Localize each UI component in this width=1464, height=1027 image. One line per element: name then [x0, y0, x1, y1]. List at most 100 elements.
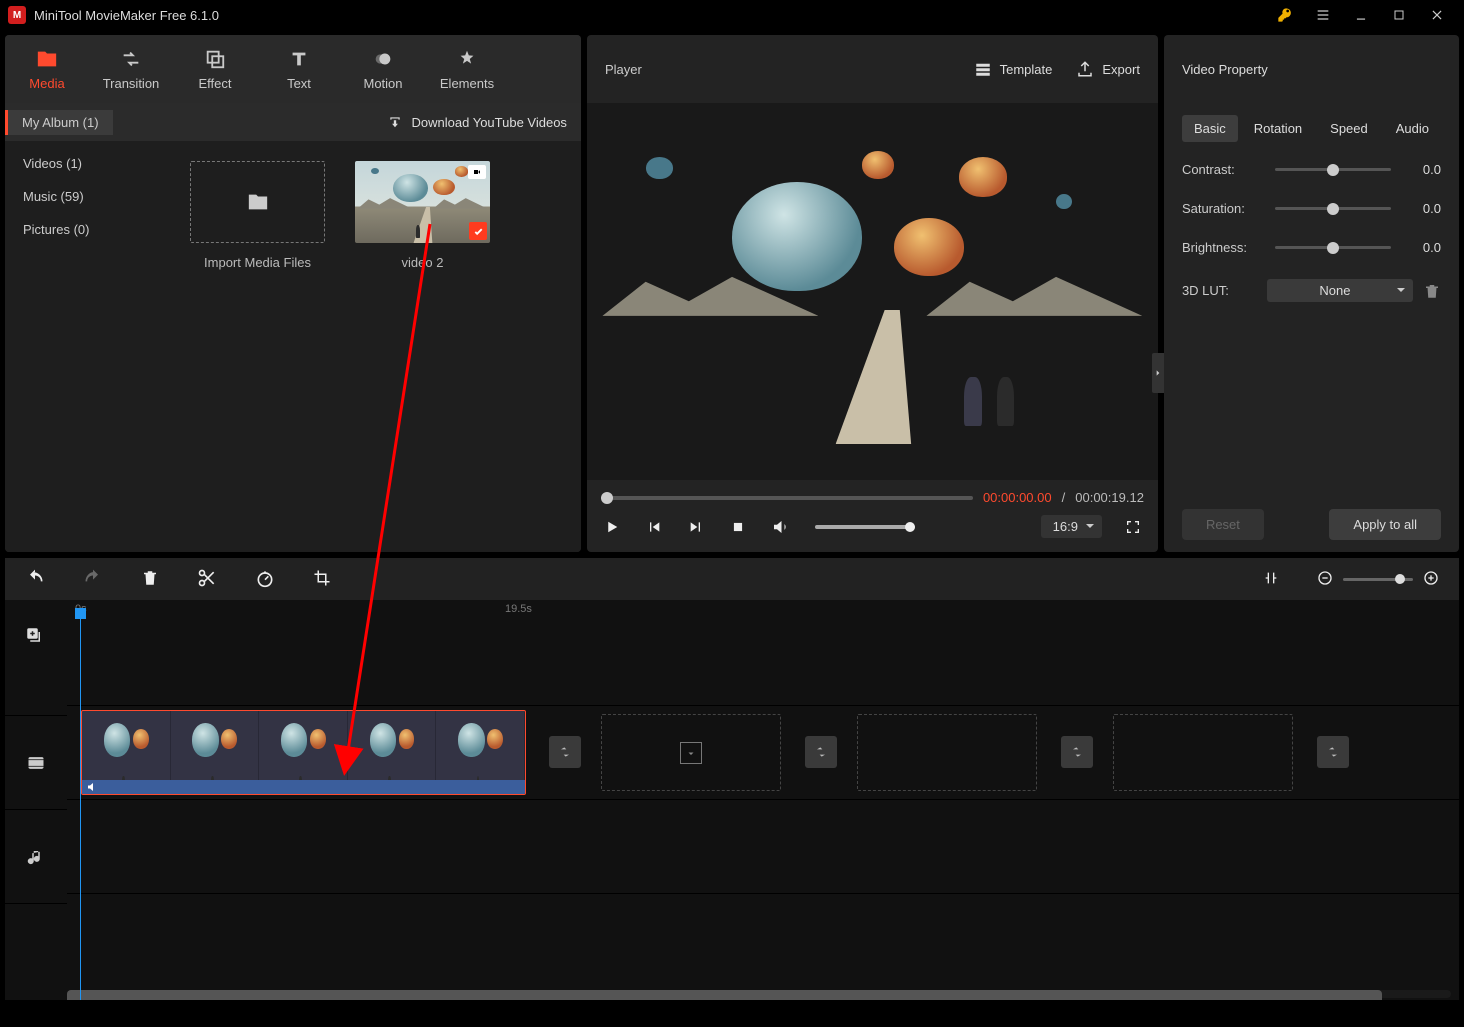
- tab-transition[interactable]: Transition: [89, 39, 173, 99]
- transition-slot-button[interactable]: [549, 736, 581, 768]
- menu-button[interactable]: [1304, 0, 1342, 30]
- lut-value: None: [1319, 283, 1350, 298]
- lut-delete-icon[interactable]: [1423, 282, 1441, 300]
- fullscreen-button[interactable]: [1122, 516, 1144, 538]
- time-separator: /: [1062, 490, 1066, 505]
- folder-icon: [245, 191, 271, 213]
- album-header: My Album (1) Download YouTube Videos: [5, 103, 581, 141]
- redo-button[interactable]: [83, 568, 103, 591]
- expand-panel-button[interactable]: [1152, 353, 1164, 393]
- zoom-slider[interactable]: [1343, 578, 1413, 581]
- volume-slider[interactable]: [815, 525, 915, 529]
- brightness-label: Brightness:: [1182, 240, 1257, 255]
- apply-all-button[interactable]: Apply to all: [1329, 509, 1441, 540]
- close-button[interactable]: [1418, 0, 1456, 30]
- media-grid: Import Media Files: [175, 141, 581, 552]
- prop-tab-speed[interactable]: Speed: [1318, 115, 1380, 142]
- sidebar-item-music[interactable]: Music (59): [5, 180, 175, 213]
- brightness-slider[interactable]: [1275, 246, 1391, 249]
- track-head-video[interactable]: [5, 716, 67, 810]
- undo-button[interactable]: [25, 568, 45, 591]
- reset-button[interactable]: Reset: [1182, 509, 1264, 540]
- import-dropzone[interactable]: [190, 161, 325, 243]
- add-track-button[interactable]: [25, 626, 43, 647]
- transition-slot-button[interactable]: [1317, 736, 1349, 768]
- volume-button[interactable]: [769, 516, 791, 538]
- tab-motion[interactable]: Motion: [341, 39, 425, 99]
- saturation-slider[interactable]: [1275, 207, 1391, 210]
- progress-slider[interactable]: [601, 496, 973, 500]
- prev-frame-button[interactable]: [643, 516, 665, 538]
- time-total: 00:00:19.12: [1075, 490, 1144, 505]
- next-frame-button[interactable]: [685, 516, 707, 538]
- clip-audio-icon: [86, 781, 98, 793]
- tab-elements[interactable]: Elements: [425, 39, 509, 99]
- sidebar-item-videos[interactable]: Videos (1): [5, 147, 175, 180]
- timeline-clip[interactable]: [81, 710, 526, 795]
- delete-button[interactable]: [141, 569, 159, 590]
- playhead[interactable]: [80, 610, 81, 1000]
- zoom-out-button[interactable]: [1317, 570, 1333, 589]
- timeline-ruler[interactable]: 0s 19.5s: [5, 600, 1459, 622]
- saturation-value: 0.0: [1409, 201, 1441, 216]
- import-media-card[interactable]: Import Media Files: [185, 161, 330, 270]
- template-button[interactable]: Template: [974, 60, 1053, 78]
- prop-tab-basic[interactable]: Basic: [1182, 115, 1238, 142]
- tab-text[interactable]: Text: [257, 39, 341, 99]
- crop-button[interactable]: [313, 569, 331, 590]
- main-nav-tabs: Media Transition Effect Text Motion Elem…: [5, 35, 581, 103]
- tab-text-label: Text: [287, 76, 311, 91]
- clip-thumbnail[interactable]: [355, 161, 490, 243]
- brightness-value: 0.0: [1409, 240, 1441, 255]
- export-button[interactable]: Export: [1076, 60, 1140, 78]
- audio-track-icon: [27, 848, 45, 866]
- license-key-button[interactable]: [1266, 0, 1304, 30]
- export-icon: [1076, 60, 1094, 78]
- tab-effect[interactable]: Effect: [173, 39, 257, 99]
- split-button[interactable]: [197, 568, 217, 591]
- app-title: MiniTool MovieMaker Free 6.1.0: [34, 8, 219, 23]
- time-current: 00:00:00.00: [983, 490, 1052, 505]
- sidebar-item-pictures[interactable]: Pictures (0): [5, 213, 175, 246]
- media-sidebar: Videos (1) Music (59) Pictures (0): [5, 141, 175, 552]
- track-head-audio[interactable]: [5, 810, 67, 904]
- speed-button[interactable]: [255, 568, 275, 591]
- lut-label: 3D LUT:: [1182, 283, 1257, 298]
- player-title: Player: [605, 62, 642, 77]
- video-preview[interactable]: [602, 139, 1142, 444]
- tab-effect-label: Effect: [198, 76, 231, 91]
- play-button[interactable]: [601, 516, 623, 538]
- stop-button[interactable]: [727, 516, 749, 538]
- aspect-ratio-select[interactable]: 16:9: [1041, 515, 1102, 538]
- fit-button[interactable]: [1263, 570, 1279, 589]
- properties-panel: Video Property Basic Rotation Speed Audi…: [1164, 35, 1459, 552]
- template-label: Template: [1000, 62, 1053, 77]
- download-youtube-label: Download YouTube Videos: [412, 115, 567, 130]
- video-track[interactable]: [67, 706, 1459, 800]
- properties-title: Video Property: [1164, 35, 1459, 103]
- timeline: 0s 19.5s: [5, 600, 1459, 1000]
- tab-transition-label: Transition: [103, 76, 160, 91]
- tab-elements-label: Elements: [440, 76, 494, 91]
- timeline-scrollbar[interactable]: [67, 990, 1451, 998]
- overlay-track[interactable]: [67, 622, 1459, 706]
- media-clip-card[interactable]: video 2: [350, 161, 495, 270]
- empty-slot[interactable]: [601, 714, 781, 791]
- audio-track[interactable]: [67, 800, 1459, 894]
- download-youtube-button[interactable]: Download YouTube Videos: [386, 115, 567, 130]
- prop-tab-rotation[interactable]: Rotation: [1242, 115, 1314, 142]
- maximize-button[interactable]: [1380, 0, 1418, 30]
- video-badge-icon: [468, 165, 486, 179]
- tab-media[interactable]: Media: [5, 39, 89, 99]
- minimize-button[interactable]: [1342, 0, 1380, 30]
- template-icon: [974, 60, 992, 78]
- empty-slot[interactable]: [857, 714, 1037, 791]
- contrast-slider[interactable]: [1275, 168, 1391, 171]
- album-title[interactable]: My Album (1): [5, 110, 113, 135]
- empty-slot[interactable]: [1113, 714, 1293, 791]
- lut-select[interactable]: None: [1267, 279, 1413, 302]
- zoom-in-button[interactable]: [1423, 570, 1439, 589]
- transition-slot-button[interactable]: [805, 736, 837, 768]
- prop-tab-audio[interactable]: Audio: [1384, 115, 1441, 142]
- transition-slot-button[interactable]: [1061, 736, 1093, 768]
